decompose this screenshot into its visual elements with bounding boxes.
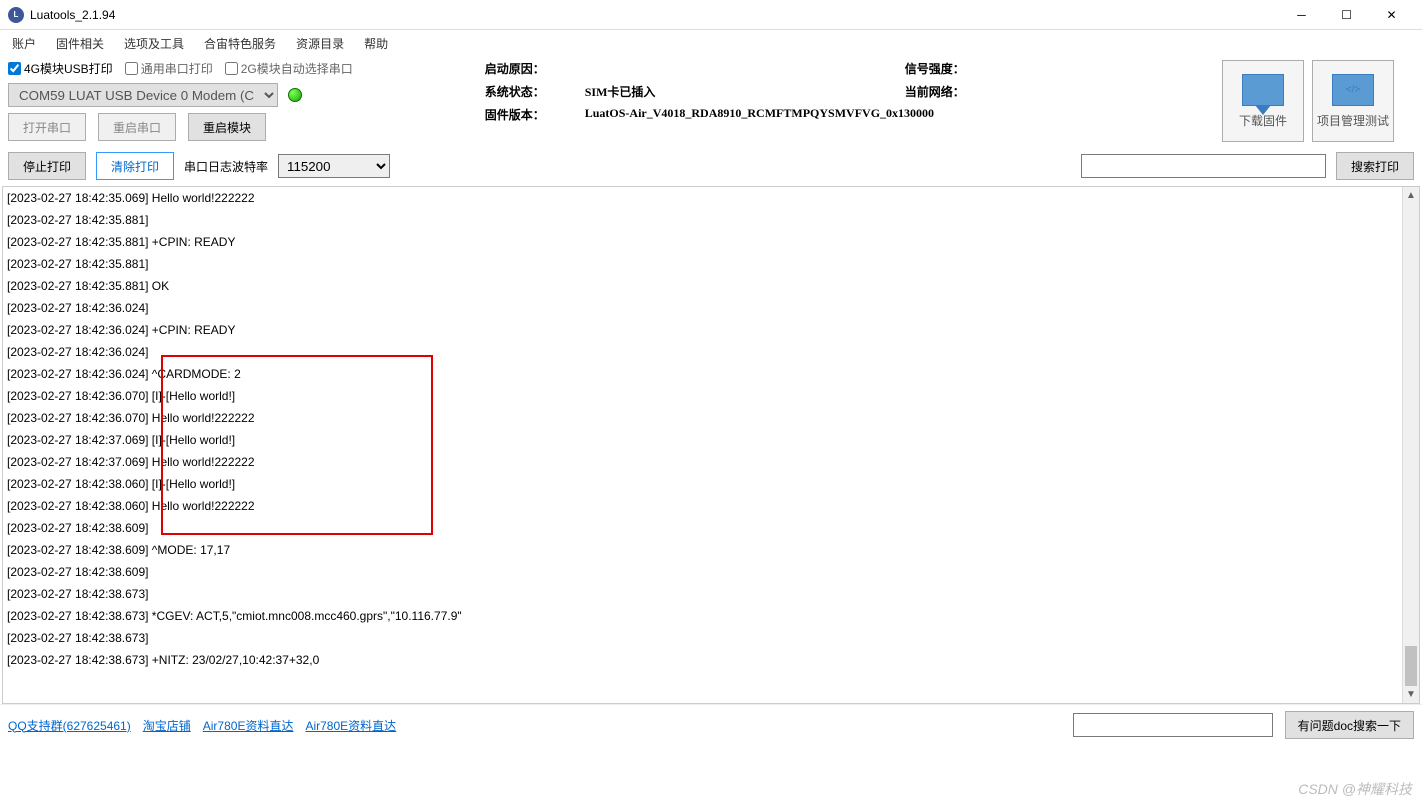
checkbox-generic-serial[interactable]: 通用串口打印 [125,60,213,77]
info-signal-label: 信号强度： [905,60,995,77]
status-led-icon [288,88,302,102]
project-icon [1332,74,1374,106]
menu-account[interactable]: 账户 [4,32,44,55]
scrollbar-vertical[interactable]: ▲ ▼ [1402,187,1419,703]
maximize-button[interactable]: ☐ [1324,1,1369,29]
baud-select[interactable]: 115200 [278,154,390,178]
info-fw-value: LuatOS-Air_V4018_RDA8910_RCMFTMPQYSMVFVG… [585,106,1115,123]
log-line: [2023-02-27 18:42:36.024] [7,297,1415,319]
scroll-thumb[interactable] [1405,646,1417,686]
log-line: [2023-02-27 18:42:35.881] +CPIN: READY [7,231,1415,253]
footer: QQ支持群(627625461) 淘宝店铺 Air780E资料直达 Air780… [0,704,1422,745]
log-line: [2023-02-27 18:42:38.673] [7,627,1415,649]
log-line: [2023-02-27 18:42:37.069] [I]-[Hello wor… [7,429,1415,451]
log-line: [2023-02-27 18:42:38.060] Hello world!22… [7,495,1415,517]
menu-resources[interactable]: 资源目录 [288,32,352,55]
project-manager-label: 项目管理测试 [1317,112,1389,129]
checkbox-2g-label: 2G模块自动选择串口 [241,60,353,77]
info-reason-value [585,60,905,77]
info-net-value [995,83,1115,100]
log-line: [2023-02-27 18:42:38.673] *CGEV: ACT,5,"… [7,605,1415,627]
project-manager-button[interactable]: 项目管理测试 [1312,60,1394,142]
log-line: [2023-02-27 18:42:35.881] OK [7,275,1415,297]
log-line: [2023-02-27 18:42:36.070] [I]-[Hello wor… [7,385,1415,407]
minimize-button[interactable]: ─ [1279,1,1324,29]
menu-firmware[interactable]: 固件相关 [48,32,112,55]
checkbox-generic-label: 通用串口打印 [141,60,213,77]
info-signal-value [995,60,1115,77]
info-reason-label: 启动原因： [485,60,585,77]
info-sys-label: 系统状态： [485,83,585,100]
log-search-input[interactable] [1081,154,1326,178]
info-panel: 启动原因： 信号强度： 系统状态： SIM卡已插入 当前网络： 固件版本： Lu… [485,60,1115,123]
open-port-button[interactable]: 打开串口 [8,113,86,141]
log-line: [2023-02-27 18:42:36.024] +CPIN: READY [7,319,1415,341]
log-line: [2023-02-27 18:42:36.024] ^CARDMODE: 2 [7,363,1415,385]
reset-module-button[interactable]: 重启模块 [188,113,266,141]
titlebar: L Luatools_2.1.94 ─ ☐ ✕ [0,0,1422,30]
info-fw-label: 固件版本： [485,106,585,123]
toolbar-second: 停止打印 清除打印 串口日志波特率 115200 搜索打印 [0,146,1422,186]
stop-print-button[interactable]: 停止打印 [8,152,86,180]
app-icon: L [8,7,24,23]
clear-print-button[interactable]: 清除打印 [96,152,174,180]
watermark: CSDN @神耀科技 [1298,779,1412,799]
log-area[interactable]: [2023-02-27 18:42:35.069] Hello world!22… [2,186,1420,704]
doc-search-button[interactable]: 有问题doc搜索一下 [1285,711,1414,739]
download-firmware-button[interactable]: 下载固件 [1222,60,1304,142]
checkbox-4g-usb[interactable]: 4G模块USB打印 [8,60,113,77]
checkbox-4g-usb-label: 4G模块USB打印 [24,60,113,77]
log-line: [2023-02-27 18:42:35.881] [7,253,1415,275]
scroll-down-icon[interactable]: ▼ [1403,686,1419,703]
log-line: [2023-02-27 18:42:38.060] [I]-[Hello wor… [7,473,1415,495]
log-line: [2023-02-27 18:42:36.070] Hello world!22… [7,407,1415,429]
search-print-button[interactable]: 搜索打印 [1336,152,1414,180]
window-title: Luatools_2.1.94 [30,8,1279,22]
link-air780e-2[interactable]: Air780E资料直达 [305,717,396,734]
device-select[interactable]: COM59 LUAT USB Device 0 Modem (C [8,83,278,107]
link-taobao[interactable]: 淘宝店铺 [143,717,191,734]
close-button[interactable]: ✕ [1369,1,1414,29]
link-qq-group[interactable]: QQ支持群(627625461) [8,717,131,734]
checkbox-2g-auto[interactable]: 2G模块自动选择串口 [225,60,353,77]
link-air780e-1[interactable]: Air780E资料直达 [203,717,294,734]
log-line: [2023-02-27 18:42:37.069] Hello world!22… [7,451,1415,473]
info-sys-value: SIM卡已插入 [585,83,905,100]
menu-help[interactable]: 帮助 [356,32,396,55]
reset-port-button[interactable]: 重启串口 [98,113,176,141]
scroll-up-icon[interactable]: ▲ [1403,187,1419,204]
doc-search-input[interactable] [1073,713,1273,737]
log-line: [2023-02-27 18:42:38.609] [7,517,1415,539]
download-icon [1242,74,1284,106]
menubar: 账户 固件相关 选项及工具 合宙特色服务 资源目录 帮助 [0,30,1422,56]
log-line: [2023-02-27 18:42:38.673] [7,583,1415,605]
menu-options[interactable]: 选项及工具 [116,32,192,55]
baud-label: 串口日志波特率 [184,158,268,175]
toolbar-top: 4G模块USB打印 通用串口打印 2G模块自动选择串口 COM59 LUAT U… [0,56,1422,146]
log-line: [2023-02-27 18:42:38.673] +NITZ: 23/02/2… [7,649,1415,671]
log-line: [2023-02-27 18:42:38.609] ^MODE: 17,17 [7,539,1415,561]
log-line: [2023-02-27 18:42:38.609] [7,561,1415,583]
info-net-label: 当前网络： [905,83,995,100]
log-line: [2023-02-27 18:42:36.024] [7,341,1415,363]
log-line: [2023-02-27 18:42:35.069] Hello world!22… [7,187,1415,209]
log-line: [2023-02-27 18:42:35.881] [7,209,1415,231]
menu-services[interactable]: 合宙特色服务 [196,32,284,55]
